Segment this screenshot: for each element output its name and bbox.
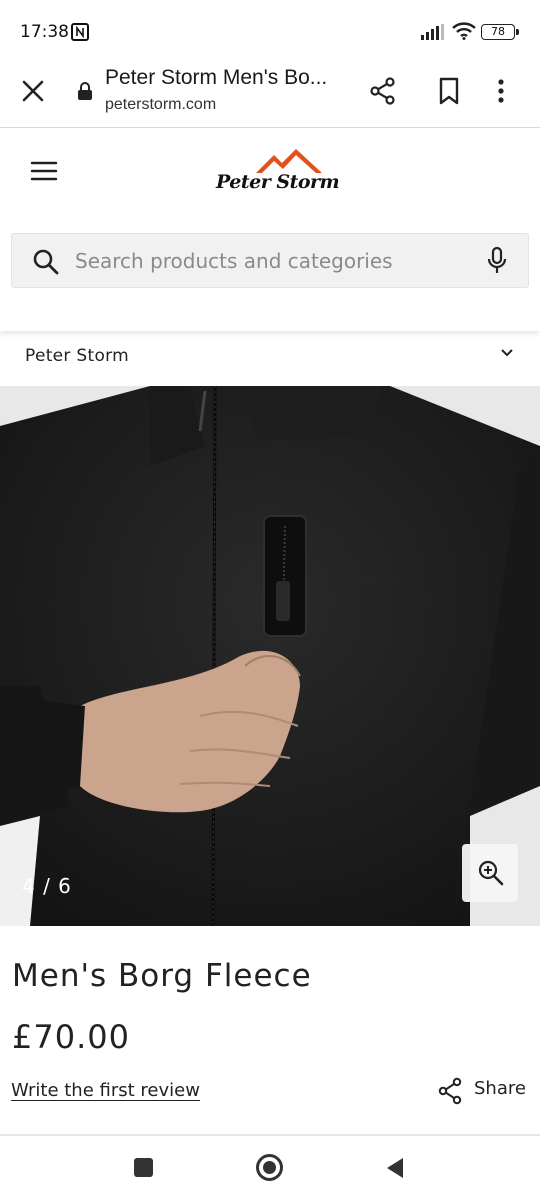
close-icon[interactable] [18, 76, 48, 106]
product-title: Men's Borg Fleece [12, 958, 312, 994]
fleece-jacket-photo: Peter Storm [0, 386, 540, 926]
system-nav-bar [0, 1136, 540, 1200]
status-bar: 17:38 78 [0, 0, 540, 62]
menu-icon[interactable] [30, 159, 58, 183]
back-icon[interactable] [385, 1156, 405, 1180]
page-title: Peter Storm Men's Bo... [105, 66, 328, 89]
page-url[interactable]: peterstorm.com [105, 96, 216, 114]
zoom-in-icon [478, 860, 504, 886]
image-counter: 4 / 6 [22, 874, 72, 898]
logo-text: Peter Storm [216, 171, 340, 193]
product-price: £70.00 [12, 1018, 130, 1056]
lock-icon [78, 82, 92, 100]
brand-dropdown-label: Peter Storm [25, 346, 130, 366]
chevron-down-icon[interactable] [500, 348, 514, 358]
mic-icon[interactable] [486, 246, 508, 276]
product-image[interactable]: Peter Storm 4 / 6 [0, 386, 540, 926]
browser-toolbar: Peter Storm Men's Bo... peterstorm.com [0, 62, 540, 128]
battery-icon: 78 [481, 24, 519, 40]
search-bar[interactable] [11, 233, 529, 288]
status-time: 17:38 [20, 22, 69, 42]
bookmark-icon[interactable] [436, 76, 462, 106]
more-vert-icon[interactable] [496, 76, 506, 106]
site-logo[interactable]: Peter Storm [216, 149, 340, 199]
write-review-link[interactable]: Write the first review [11, 1080, 200, 1101]
search-input[interactable] [75, 242, 475, 280]
home-icon[interactable] [256, 1154, 283, 1181]
wifi-icon [452, 22, 476, 40]
share-label: Share [474, 1078, 526, 1099]
zoom-button[interactable] [462, 844, 518, 902]
brand-dropdown[interactable]: Peter Storm [0, 332, 540, 386]
signal-icon [421, 24, 444, 40]
share-icon [438, 1077, 462, 1105]
nfc-icon [71, 23, 89, 41]
embroidered-logo: Peter Storm [315, 572, 402, 588]
search-icon[interactable] [32, 248, 60, 276]
recent-apps-icon[interactable] [134, 1158, 153, 1177]
share-icon[interactable] [368, 76, 398, 106]
site-header: Peter Storm [0, 129, 540, 331]
